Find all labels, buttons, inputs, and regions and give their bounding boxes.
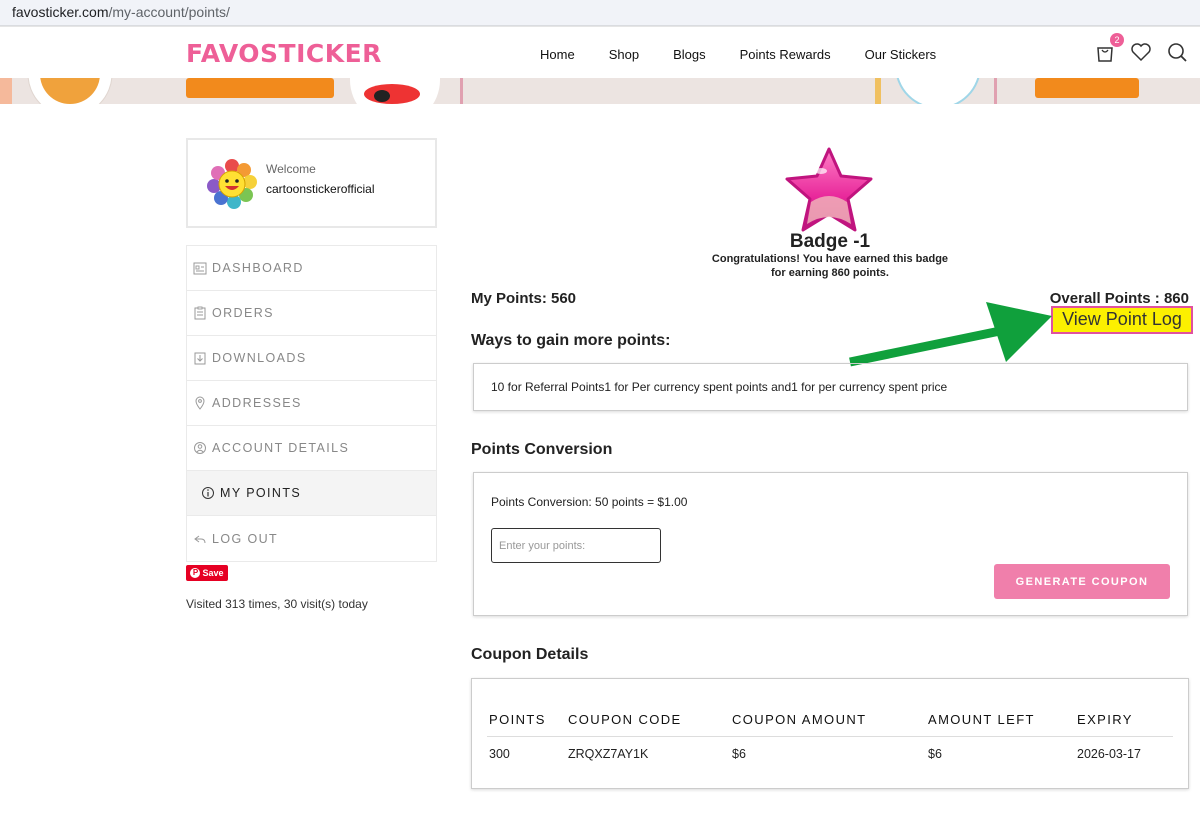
menu-item-addresses[interactable]: ADDRESSES xyxy=(187,381,436,426)
search-icon[interactable] xyxy=(1166,41,1188,63)
column-header-coupon-code: COUPON CODE xyxy=(566,706,730,737)
view-point-log-link[interactable]: View Point Log xyxy=(1051,306,1193,334)
welcome-card: Welcome cartoonstickerofficial xyxy=(186,138,437,228)
menu-label: DOWNLOADS xyxy=(212,351,307,365)
welcome-label: Welcome xyxy=(266,162,316,176)
nav-our-stickers[interactable]: Our Stickers xyxy=(865,47,937,62)
my-points: My Points: 560 xyxy=(471,290,577,307)
menu-item-dashboard[interactable]: DASHBOARD xyxy=(187,246,436,291)
cell-amount-left: $6 xyxy=(928,747,942,761)
conversion-heading: Points Conversion xyxy=(471,441,613,458)
download-icon xyxy=(194,352,206,365)
coupon-table-box: POINTS COUPON CODE COUPON AMOUNT AMOUNT … xyxy=(471,678,1189,789)
menu-item-downloads[interactable]: DOWNLOADS xyxy=(187,336,436,381)
column-header-expiry: EXPIRY xyxy=(1075,706,1173,737)
menu-item-orders[interactable]: ORDERS xyxy=(187,291,436,336)
menu-label: MY POINTS xyxy=(220,486,302,500)
nav-points-rewards[interactable]: Points Rewards xyxy=(740,47,831,62)
conversion-rate-text: Points Conversion: 50 points = $1.00 xyxy=(491,495,688,509)
nav-home[interactable]: Home xyxy=(540,47,575,62)
save-label: Save xyxy=(202,568,224,578)
ways-box: 10 for Referral Points1 for Per currency… xyxy=(473,363,1188,411)
menu-label: DASHBOARD xyxy=(212,261,304,275)
cell-expiry: 2026-03-17 xyxy=(1077,747,1141,761)
generate-coupon-button[interactable]: GENERATE COUPON xyxy=(994,564,1170,599)
clipboard-icon xyxy=(194,306,206,320)
cell-coupon-amount: $6 xyxy=(732,747,746,761)
url-text[interactable]: favosticker.com/my-account/points/ xyxy=(12,4,230,20)
cart-icon[interactable]: 2 xyxy=(1094,33,1124,63)
ways-text: 10 for Referral Points1 for Per currency… xyxy=(491,380,948,394)
menu-label: LOG OUT xyxy=(212,531,279,546)
coupon-table: POINTS COUPON CODE COUPON AMOUNT AMOUNT … xyxy=(487,706,1173,771)
table-header-row: POINTS COUPON CODE COUPON AMOUNT AMOUNT … xyxy=(487,706,1173,737)
heart-icon[interactable] xyxy=(1130,41,1152,63)
conversion-box: Points Conversion: 50 points = $1.00 GEN… xyxy=(473,472,1188,616)
cart-count-badge: 2 xyxy=(1110,33,1124,47)
site-logo[interactable]: FAVOSTICKER xyxy=(186,39,382,68)
cell-coupon-code: ZRQXZ7AY1K xyxy=(568,747,649,761)
menu-label: ADDRESSES xyxy=(212,396,302,410)
main-nav: Home Shop Blogs Points Rewards Our Stick… xyxy=(540,47,936,62)
menu-label: ACCOUNT DETAILS xyxy=(212,441,350,455)
menu-item-account-details[interactable]: ACCOUNT DETAILS xyxy=(187,426,436,471)
username: cartoonstickerofficial xyxy=(266,182,375,196)
nav-blogs[interactable]: Blogs xyxy=(673,47,706,62)
menu-item-my-points[interactable]: MY POINTS xyxy=(187,471,436,516)
overall-points: Overall Points : 860 xyxy=(1049,290,1189,307)
pinterest-icon: P xyxy=(190,568,201,578)
column-header-amount-left: AMOUNT LEFT xyxy=(926,706,1075,737)
badge-description: Congratulations! You have earned this ba… xyxy=(711,253,949,279)
dashboard-icon xyxy=(193,262,207,275)
pinterest-save-button[interactable]: P Save xyxy=(186,565,228,581)
badge-title: Badge -1 xyxy=(789,231,871,252)
nav-shop[interactable]: Shop xyxy=(609,47,639,62)
info-icon xyxy=(202,487,214,499)
ways-heading: Ways to gain more points: xyxy=(471,332,671,349)
banner-strip xyxy=(0,78,1200,104)
avatar xyxy=(207,159,257,209)
logout-icon xyxy=(194,535,206,543)
user-icon xyxy=(194,442,206,454)
column-header-points: POINTS xyxy=(487,706,566,737)
star-badge-icon xyxy=(785,147,873,232)
column-header-coupon-amount: COUPON AMOUNT xyxy=(730,706,926,737)
browser-url-bar[interactable]: favosticker.com/my-account/points/ xyxy=(0,0,1200,26)
cell-points: 300 xyxy=(489,747,510,761)
table-row: 300 ZRQXZ7AY1K $6 $6 2026-03-17 xyxy=(487,737,1173,772)
account-menu: DASHBOARD ORDERS DOWNLOADS ADDRESSES ACC… xyxy=(186,245,437,562)
menu-label: ORDERS xyxy=(212,306,274,320)
menu-item-log-out[interactable]: LOG OUT xyxy=(187,516,436,561)
coupon-heading: Coupon Details xyxy=(471,646,589,663)
site-header: FAVOSTICKER Home Shop Blogs Points Rewar… xyxy=(0,26,1200,78)
points-input[interactable] xyxy=(491,528,661,563)
header-icons: 2 xyxy=(1094,33,1188,63)
visit-counter: Visited 313 times, 30 visit(s) today xyxy=(186,597,368,611)
location-pin-icon xyxy=(195,396,205,410)
